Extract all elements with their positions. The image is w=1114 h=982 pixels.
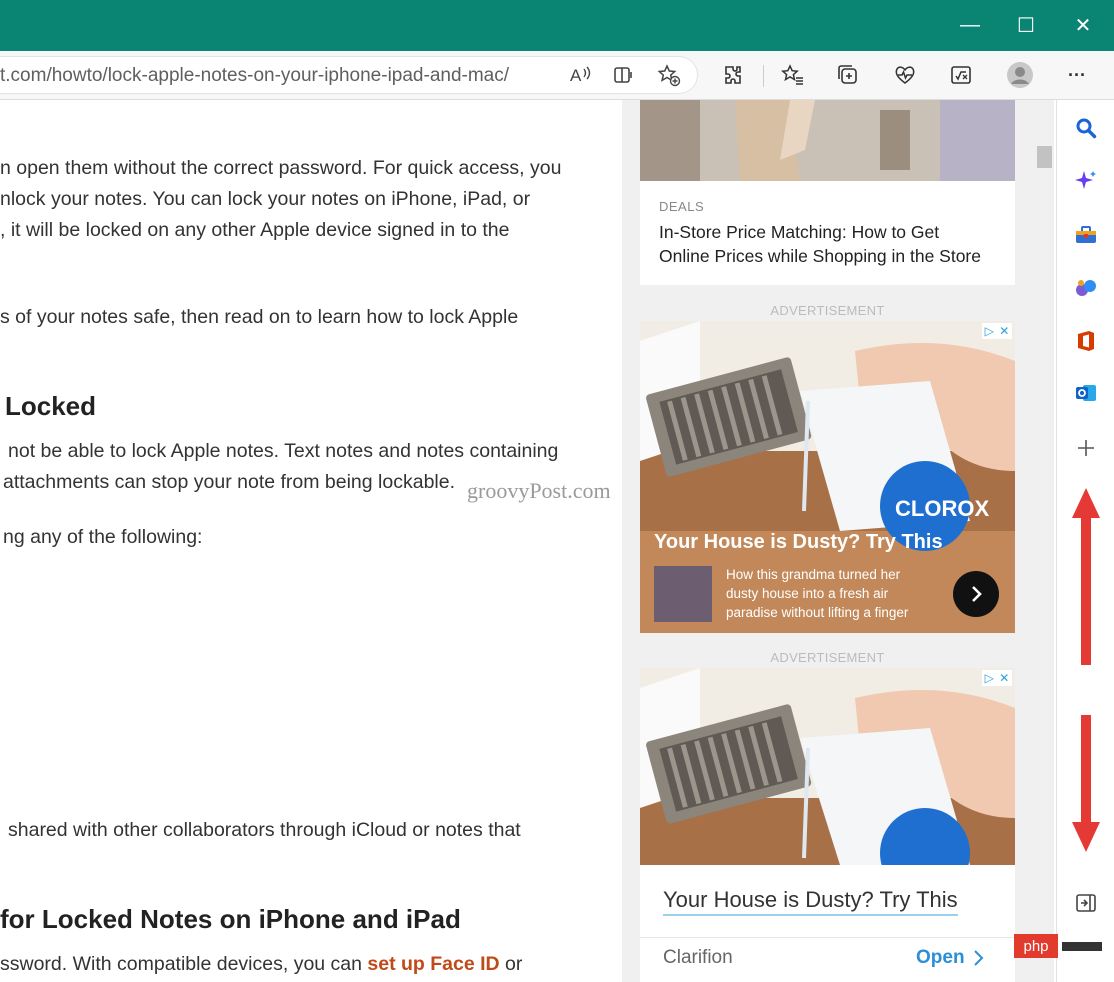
minimize-button[interactable]: — [945, 0, 995, 51]
ad-body-line: How this grandma turned her [726, 567, 901, 582]
page-scrollbar[interactable] [1034, 100, 1054, 982]
open-label: Open [916, 947, 965, 968]
copilot-icon[interactable] [1071, 166, 1101, 196]
chevron-right-icon [973, 950, 983, 966]
toolbar-divider [763, 65, 764, 87]
close-icon: ✕ [1074, 15, 1092, 37]
adchoices-badge[interactable]: ▷ ✕ [982, 323, 1012, 339]
settings-more-button[interactable]: ··· [1062, 60, 1092, 90]
ad-next-button[interactable] [953, 571, 999, 617]
ad-headline[interactable]: Your House is Dusty? Try This [663, 887, 958, 916]
advertiser-name: Clarifion [663, 947, 733, 968]
url-text: t.com/howto/lock-apple-notes-on-your-iph… [0, 65, 510, 86]
advertisement-label: ADVERTISEMENT [770, 303, 885, 318]
deal-card[interactable]: DEALS In-Store Price Matching: How to Ge… [640, 100, 1015, 285]
add-icon[interactable] [1071, 433, 1101, 463]
article-line: ssword. With compatible devices, you can… [0, 949, 522, 980]
window-titlebar: — ☐ ✕ [0, 0, 1114, 51]
ad-card[interactable]: ▷ ✕ Your House is Dusty? Try This Clarifi… [640, 668, 1015, 982]
immersive-reader-icon[interactable] [609, 60, 639, 90]
chevron-right-icon [972, 586, 982, 602]
advertisement-label: ADVERTISEMENT [770, 650, 885, 665]
ad-body-line: dusty house into a fresh air [726, 586, 889, 601]
math-solver-icon[interactable] [946, 60, 976, 90]
article-line: nlock your notes. You can lock your note… [0, 188, 531, 210]
php-badge-bar [1062, 942, 1102, 951]
browser-essentials-icon[interactable] [890, 60, 920, 90]
hide-sidebar-icon[interactable] [1071, 888, 1101, 918]
collections-icon[interactable] [833, 60, 863, 90]
tools-icon[interactable] [1071, 220, 1101, 250]
games-icon[interactable] [1071, 273, 1101, 303]
favorites-icon[interactable] [778, 60, 808, 90]
outlook-icon[interactable] [1071, 378, 1101, 408]
face-id-link[interactable]: set up Face ID [367, 953, 499, 975]
deal-title[interactable]: In-Store Price Matching: How to Get Onli… [659, 220, 981, 268]
ad-body: How this grandma turned her dusty house … [726, 565, 908, 622]
scroll-annotation-arrows [1072, 488, 1100, 852]
ad-open-button[interactable]: Open [916, 947, 985, 969]
scrollbar-thumb[interactable] [1037, 146, 1052, 168]
article-line: n open them without the correct password… [0, 157, 562, 179]
office-icon[interactable] [1071, 326, 1101, 356]
svg-text:A: A [570, 66, 582, 85]
deal-title-line: Online Prices while Shopping in the Stor… [659, 246, 981, 266]
article-text: ssword. With compatible devices, you can [0, 953, 368, 975]
close-ad-icon[interactable]: ✕ [999, 671, 1009, 685]
maximize-icon: ☐ [1017, 15, 1035, 37]
url-field[interactable]: t.com/howto/lock-apple-notes-on-your-iph… [0, 57, 697, 93]
article-line: , it will be locked on any other Apple d… [0, 219, 510, 241]
ad-body-line: paradise without lifting a finger [726, 605, 909, 620]
address-toolbar: t.com/howto/lock-apple-notes-on-your-iph… [0, 51, 1114, 100]
divider [640, 937, 1015, 938]
article-line: not be able to lock Apple notes. Text no… [8, 440, 559, 462]
up-arrow [1072, 488, 1100, 665]
article-line: s of your notes safe, then read on to le… [0, 306, 519, 328]
ads-column: DEALS In-Store Price Matching: How to Ge… [622, 100, 1054, 982]
article-line: shared with other collaborators through … [8, 819, 521, 841]
close-ad-icon[interactable]: ✕ [999, 324, 1009, 338]
minimize-icon: — [960, 14, 980, 36]
bottle-logo: CLOROX [895, 496, 989, 521]
more-icon: ··· [1068, 64, 1086, 85]
close-window-button[interactable]: ✕ [1058, 0, 1108, 51]
maximize-button[interactable]: ☐ [1001, 0, 1051, 51]
article-text: or [499, 953, 523, 975]
article-body: n open them without the correct password… [0, 100, 622, 982]
read-aloud-icon[interactable]: A [565, 60, 595, 90]
profile-avatar[interactable] [1005, 60, 1035, 90]
php-badge: php [1014, 934, 1058, 958]
ad-headline[interactable]: Your House is Dusty? Try This [654, 531, 943, 554]
adchoices-badge[interactable]: ▷ ✕ [982, 670, 1012, 686]
deal-title-line: In-Store Price Matching: How to Get [659, 222, 940, 242]
search-icon[interactable] [1071, 113, 1101, 143]
ad-thumbnail [654, 566, 712, 622]
watermark: groovyPost.com [467, 478, 611, 503]
adchoices-icon: ▷ [984, 671, 994, 685]
adchoices-icon: ▷ [984, 324, 994, 338]
ad-image [640, 668, 1015, 865]
ad-card[interactable]: CLOROX ▷ ✕ Your House is Dusty? Try This … [640, 321, 1015, 633]
down-arrow [1072, 715, 1100, 852]
add-favorite-icon[interactable] [654, 60, 684, 90]
extensions-icon[interactable] [718, 60, 748, 90]
article-line: ng any of the following: [3, 526, 203, 548]
deal-image [640, 100, 1015, 181]
section-heading: for Locked Notes on iPhone and iPad [0, 904, 461, 934]
deal-category: DEALS [659, 199, 705, 214]
section-heading: Locked [5, 391, 97, 421]
article-line: attachments can stop your note from bein… [3, 471, 456, 493]
